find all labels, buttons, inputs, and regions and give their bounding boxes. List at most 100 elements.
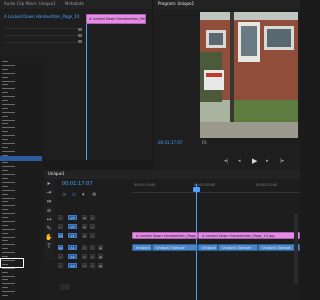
- step-forward-icon[interactable]: |▸: [280, 158, 284, 164]
- timeline-ruler[interactable]: 00:01:15:00 00:01:20:00 00:01:25:00: [132, 182, 300, 193]
- track-header-a1: A1 A1 M S ●: [56, 244, 132, 252]
- effects-list-item-bar: [2, 201, 8, 203]
- track-sync-icon[interactable]: ◉: [82, 233, 87, 238]
- transport-controls: ◂| ◂ ▶ ▸ |▸: [224, 156, 298, 166]
- effects-list-item-bar: [2, 248, 8, 250]
- effects-list-item-bar: [2, 185, 8, 187]
- razor-tool-icon[interactable]: ⌀: [45, 207, 53, 215]
- timeline-playhead-head[interactable]: [193, 187, 200, 192]
- program-tabbar: Program: Unique1: [154, 0, 300, 9]
- source-playhead-line: [86, 24, 87, 160]
- effects-list-item-bar: [2, 252, 15, 254]
- track-label-v2[interactable]: V2: [68, 224, 77, 229]
- audio-clip[interactable]: Unique1 Sample: [198, 244, 218, 251]
- audio-clip[interactable]: Unique1 Sample: [152, 244, 198, 251]
- effects-selected-row[interactable]: [0, 156, 42, 161]
- track-label-v1[interactable]: V1: [68, 233, 77, 238]
- audio-clip[interactable]: Unique1 Sample: [132, 244, 152, 251]
- track-select-tool-icon[interactable]: ⇥: [45, 189, 53, 197]
- effects-list-item-bar: [2, 96, 15, 98]
- play-icon[interactable]: ▶: [252, 157, 257, 165]
- effects-list-item-bar: [2, 115, 8, 117]
- add-marker-icon[interactable]: ▾: [82, 192, 85, 198]
- track-lock-icon[interactable]: ⌂: [58, 224, 63, 229]
- track-eye-icon[interactable]: ◎: [90, 233, 95, 238]
- effects-list-item-bar: [2, 84, 8, 86]
- hand-tool-icon[interactable]: ✋: [45, 234, 53, 242]
- effects-list-item-bar: [2, 135, 15, 137]
- source-clip-thumbnail[interactable]: A Locked Down Handwritten_Page_10.jpg: [86, 14, 146, 24]
- video-clip[interactable]: A Locked Down Handwritten_Page_10.jpg: [198, 232, 300, 239]
- timeline-scrollbar[interactable]: [294, 214, 298, 284]
- snap-icon[interactable]: ⊃: [62, 192, 66, 198]
- step-back-icon[interactable]: ◂|: [224, 158, 228, 164]
- tab-sequence[interactable]: Unique1: [44, 170, 69, 179]
- tools-panel: ▸ ⇥ ⇹ ⌀ ↔ ✎ ✋ T: [44, 180, 54, 260]
- effects-list-item-bar: [2, 213, 15, 215]
- type-tool-icon[interactable]: T: [45, 243, 53, 251]
- track-lock-icon[interactable]: ⌂: [58, 254, 63, 259]
- track-mute-icon[interactable]: M: [82, 254, 87, 259]
- audio-clip[interactable]: Unique1 Sample: [218, 244, 258, 251]
- effects-list-item-bar: [2, 283, 15, 285]
- frame-forward-icon[interactable]: ▸: [266, 158, 269, 164]
- tab-program[interactable]: Program: Unique1: [154, 0, 198, 9]
- track-sync-icon[interactable]: ◉: [82, 215, 87, 220]
- effects-list-item-bar: [2, 61, 8, 62]
- track-source-a1[interactable]: A1: [58, 245, 63, 250]
- timeline-timecode[interactable]: 00:01:17:07: [62, 181, 93, 187]
- track-header-v3: ⌂ V3 ◉ ◎: [56, 214, 132, 222]
- track-sync-icon[interactable]: ◉: [82, 224, 87, 229]
- program-fit-dropdown[interactable]: Fit: [202, 140, 216, 145]
- effects-list-item-bar: [2, 142, 15, 144]
- track-label-v3[interactable]: V3: [68, 215, 77, 220]
- track-label-a2[interactable]: A2: [68, 254, 77, 259]
- program-monitor: Program: Unique1 00:01:17:07 Fit ◂| ◂ ▶ …: [154, 0, 300, 170]
- effects-list-item-bar: [2, 240, 8, 242]
- effects-list-item-bar: [2, 217, 8, 218]
- effects-list-item-bar: [2, 170, 8, 172]
- effects-list-item-bar: [2, 146, 8, 148]
- effects-list-item-bar: [2, 64, 15, 66]
- track-voiceover-icon[interactable]: ●: [98, 263, 103, 268]
- effects-list-item-bar: [2, 178, 8, 179]
- linked-selection-icon[interactable]: ⊂: [72, 192, 76, 198]
- program-timecode[interactable]: 00:01:17:07: [158, 140, 198, 145]
- tab-metadata[interactable]: Metadata: [61, 0, 88, 9]
- track-eye-icon[interactable]: ◎: [90, 224, 95, 229]
- timeline-tabbar: Unique1: [44, 170, 300, 179]
- video-clip[interactable]: A Locked Down Handwritten_Page_10.jpg: [132, 232, 198, 239]
- effects-list-item-bar: [2, 287, 8, 289]
- track-solo-icon[interactable]: S: [90, 254, 95, 259]
- ripple-edit-tool-icon[interactable]: ⇹: [45, 198, 53, 206]
- track-lock-icon[interactable]: ⌂: [58, 263, 63, 268]
- ruler-tick-label: 00:01:15:00: [134, 183, 156, 187]
- effects-list-item-bar: [2, 224, 8, 226]
- effects-list-item-bar: [2, 68, 8, 70]
- track-mute-icon[interactable]: M: [82, 245, 87, 250]
- track-label-a1[interactable]: A1: [68, 245, 77, 250]
- track-lock-icon[interactable]: ⌂: [58, 215, 63, 220]
- video-frame: [200, 12, 298, 138]
- frame-back-icon[interactable]: ◂: [238, 158, 241, 164]
- track-headers-scroll[interactable]: [60, 284, 70, 290]
- selection-tool-icon[interactable]: ▸: [45, 180, 53, 188]
- track-source-v1[interactable]: V1: [58, 233, 63, 238]
- effects-list-item-bar: [2, 181, 15, 183]
- wrench-icon[interactable]: ⚙: [92, 192, 96, 198]
- track-mute-icon[interactable]: M: [82, 263, 87, 268]
- project-item-name[interactable]: A Locked Down Handwritten_Page_10.jpg: [4, 14, 80, 19]
- effects-list-item-bar: [2, 88, 15, 90]
- slip-tool-icon[interactable]: ↔: [45, 216, 53, 224]
- tab-audio-clip-mixer[interactable]: Audio Clip Mixer: Unique1: [0, 0, 60, 9]
- track-header-v1: V1 V1 ◉ ◎: [56, 232, 132, 240]
- track-solo-icon[interactable]: S: [90, 263, 95, 268]
- track-eye-icon[interactable]: ◎: [90, 215, 95, 220]
- effects-list-item-bar: [2, 197, 15, 199]
- pen-tool-icon[interactable]: ✎: [45, 225, 53, 233]
- track-voiceover-icon[interactable]: ●: [98, 245, 103, 250]
- track-solo-icon[interactable]: S: [90, 245, 95, 250]
- track-label-a3[interactable]: A3: [68, 263, 77, 268]
- effects-list-item-bar: [2, 189, 15, 191]
- track-voiceover-icon[interactable]: ●: [98, 254, 103, 259]
